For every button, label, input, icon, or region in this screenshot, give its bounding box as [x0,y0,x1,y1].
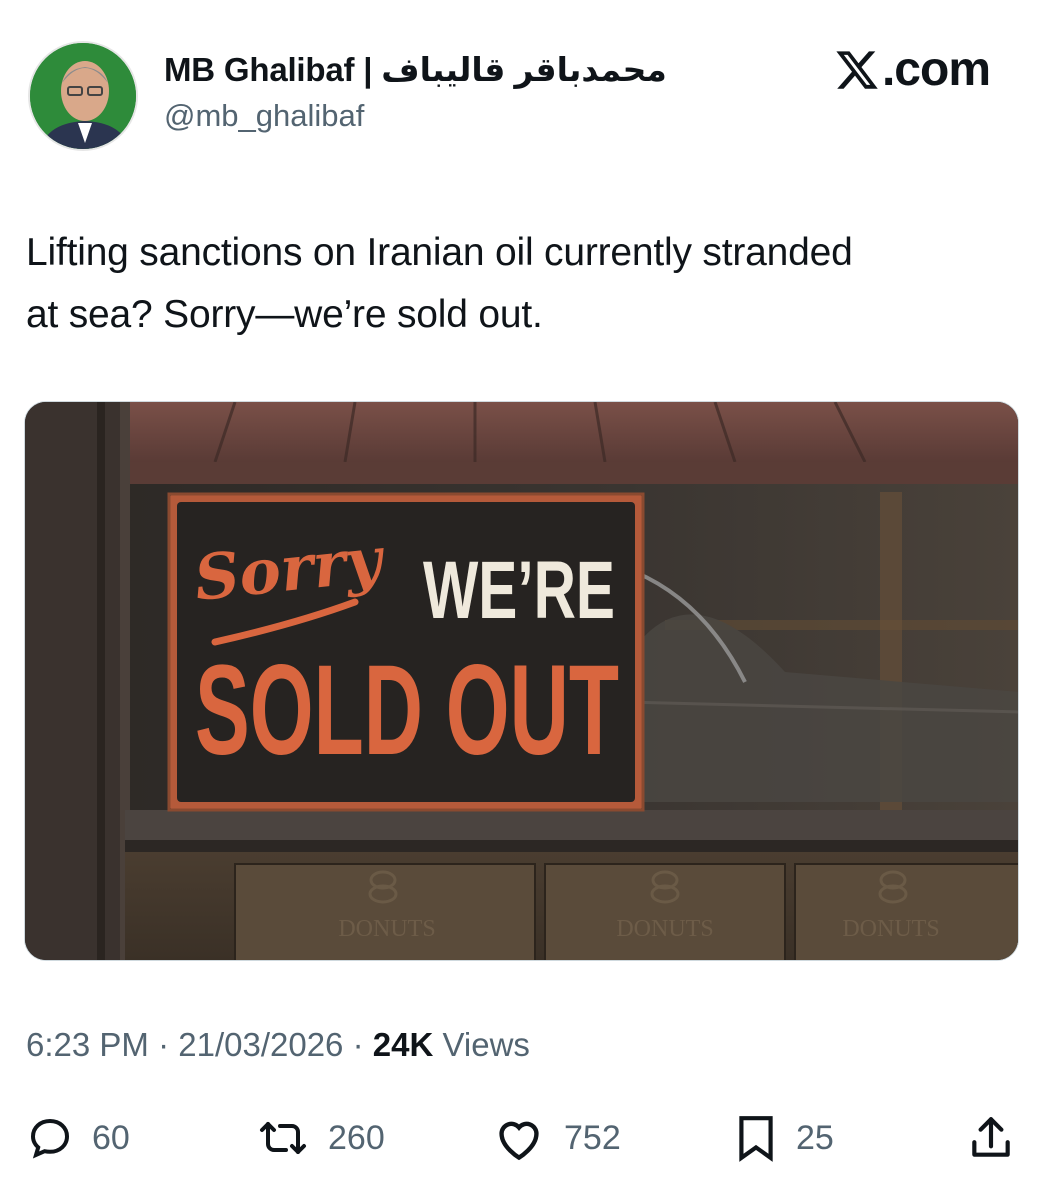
like-icon [492,1114,546,1162]
repost-button[interactable]: 260 [256,1108,385,1168]
sold-out-sign: Sorry WE’RE SOLD OUT [167,492,645,812]
tweet-text-line-2: at sea? Sorry—we’re sold out. [26,293,543,336]
display-name-line[interactable]: MB Ghalibaf | محمدباقر قالیباف [164,50,667,89]
like-button[interactable]: 752 [492,1108,621,1168]
views-count: 24K [372,1026,434,1063]
brand-label: .com [881,43,991,96]
reply-count: 60 [92,1118,130,1157]
tweet-meta: 6:23 PM · 21/03/2026 · 24K Views [26,1026,530,1064]
meta-separator: · [352,1026,364,1063]
meta-separator: · [158,1026,170,1063]
tweet-date[interactable]: 21/03/2026 [178,1026,343,1063]
sign-sold-out-text: SOLD OUT [195,639,619,782]
box-label: DONUTS [842,916,939,942]
sign-were-text: WE’RE [423,545,615,636]
tweet-text-line-1: Lifting sanctions on Iranian oil current… [26,231,853,274]
display-name[interactable]: MB Ghalibaf | محمدباقر قالیباف [164,50,667,89]
bookmark-button[interactable]: 25 [734,1108,834,1168]
bookmark-icon [734,1113,778,1163]
views-label: Views [442,1026,530,1063]
author-handle[interactable]: @mb_ghalibaf [164,98,364,134]
tweet-text: Lifting sanctions on Iranian oil current… [26,222,1021,346]
bookmark-count: 25 [796,1118,834,1157]
avatar[interactable] [28,41,138,151]
repost-icon [256,1114,310,1162]
share-icon [968,1113,1014,1163]
reply-icon [26,1114,74,1162]
box-label: DONUTS [616,916,713,942]
tweet-header: MB Ghalibaf | محمدباقر قالیباف @mb_ghali… [28,38,1018,151]
share-button[interactable] [968,1108,1014,1168]
repost-count: 260 [328,1118,385,1157]
tweet-actions: 60 260 752 25 [24,1108,1019,1168]
like-count: 752 [564,1118,621,1157]
x-logo-icon [834,47,880,93]
x-brand: .com [834,42,991,97]
box-label: DONUTS [338,916,435,942]
tweet-time[interactable]: 6:23 PM [26,1026,149,1063]
tweet-media-image[interactable]: DONUTS DONUTS DONUTS Sorry WE’RE SOLD OU… [24,401,1019,961]
reply-button[interactable]: 60 [26,1108,130,1168]
